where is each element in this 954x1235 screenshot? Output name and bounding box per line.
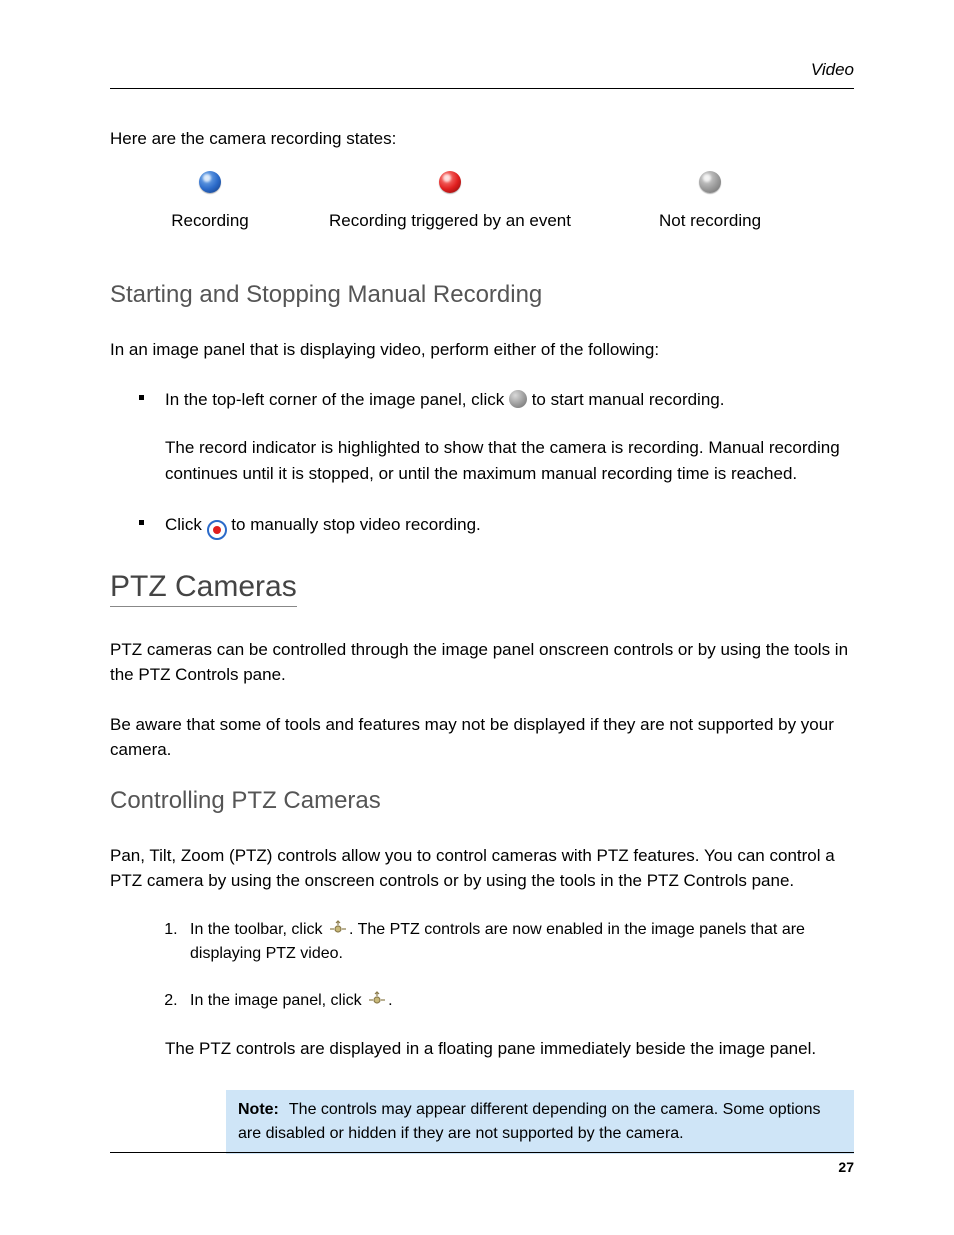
recording-states-row: Recording Recording triggered by an even… xyxy=(110,171,854,231)
step-text-pre: In the toolbar, click xyxy=(190,921,327,938)
bullet-text-pre: In the top-left corner of the image pane… xyxy=(165,390,509,409)
bullet-text-post: to manually stop video recording. xyxy=(231,515,480,534)
page-header: Video xyxy=(110,60,854,89)
para-ptz-2: Be aware that some of tools and features… xyxy=(110,712,854,763)
state-label: Not recording xyxy=(659,211,761,231)
recording-indicator-gray-icon xyxy=(699,171,721,193)
state-label: Recording xyxy=(171,211,249,231)
section-heading-ptz: PTZ Cameras xyxy=(110,570,297,607)
intro-text: Here are the camera recording states: xyxy=(110,129,854,149)
state-recording: Recording xyxy=(110,171,310,231)
document-page: Video Here are the camera recording stat… xyxy=(0,0,954,1235)
state-not-recording: Not recording xyxy=(590,171,830,231)
bullet-text-pre: Click xyxy=(165,515,207,534)
para-ptz-intro: Pan, Tilt, Zoom (PTZ) controls allow you… xyxy=(110,843,854,894)
state-label: Recording triggered by an event xyxy=(329,211,571,231)
ptz-toolbar-icon xyxy=(327,919,349,937)
ptz-panel-icon xyxy=(366,990,388,1008)
para-ptz-1: PTZ cameras can be controlled through th… xyxy=(110,637,854,688)
page-footer: 27 xyxy=(110,1152,854,1175)
ptz-steps-list: In the toolbar, click . The PTZ controls… xyxy=(110,918,854,1014)
subheading-manual-recording: Starting and Stopping Manual Recording xyxy=(110,281,854,309)
note-callout: Note:The controls may appear different d… xyxy=(226,1090,854,1154)
record-stop-icon xyxy=(207,520,227,540)
step-text-pre: In the image panel, click xyxy=(190,992,366,1009)
bullet-followup: The record indicator is highlighted to s… xyxy=(165,435,854,488)
list-item: In the image panel, click . xyxy=(182,989,854,1014)
list-item: Click to manually stop video recording. xyxy=(165,512,854,540)
subheading-controlling-ptz: Controlling PTZ Cameras xyxy=(110,787,854,815)
record-start-icon xyxy=(509,390,527,408)
list-item: In the top-left corner of the image pane… xyxy=(165,387,854,488)
header-section-label: Video xyxy=(811,60,854,79)
recording-indicator-blue-icon xyxy=(199,171,221,193)
list-item: In the toolbar, click . The PTZ controls… xyxy=(182,918,854,968)
state-triggered: Recording triggered by an event xyxy=(310,171,590,231)
bullet-text-post: to start manual recording. xyxy=(532,390,725,409)
note-text: The controls may appear different depend… xyxy=(238,1101,820,1142)
page-number: 27 xyxy=(838,1159,854,1175)
step-text-post: . xyxy=(388,992,392,1009)
note-label: Note: xyxy=(238,1101,279,1118)
recording-indicator-red-icon xyxy=(439,171,461,193)
para-manual-intro: In an image panel that is displaying vid… xyxy=(110,337,854,363)
step-followup: The PTZ controls are displayed in a floa… xyxy=(165,1036,854,1062)
manual-recording-steps: In the top-left corner of the image pane… xyxy=(110,387,854,540)
